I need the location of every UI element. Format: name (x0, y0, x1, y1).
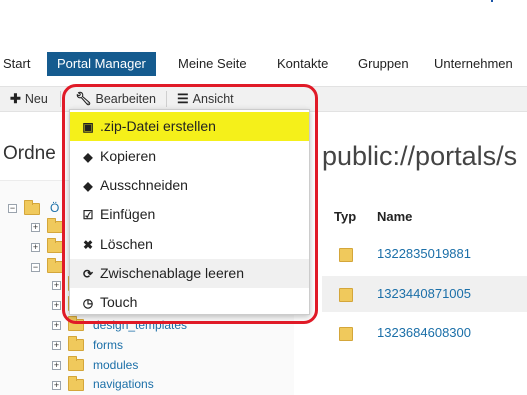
view-label: Ansicht (192, 92, 234, 106)
nav-item-portal-manager[interactable]: Portal Manager (47, 52, 156, 76)
clock-icon: ◷ (82, 296, 94, 310)
collapse-toggle[interactable]: − (8, 204, 17, 213)
folder-icon (68, 356, 84, 371)
folder-icon (24, 200, 40, 215)
list-icon: ☰ (177, 91, 189, 106)
folder-icon (339, 327, 353, 341)
check-square-icon: ☑ (82, 208, 94, 222)
expand-toggle[interactable]: + (52, 341, 61, 350)
top-marker (491, 0, 493, 2)
main-nav: Start Portal Manager Meine Seite Kontakt… (0, 52, 527, 76)
menu-item-delete[interactable]: ✖ Löschen (70, 230, 309, 259)
menu-item-clear-clipboard[interactable]: ⟳ Zwischenablage leeren (70, 259, 309, 288)
tree-item-forms[interactable]: forms (93, 338, 123, 352)
menu-item-create-zip[interactable]: ▣ .zip-Datei erstellen (70, 112, 309, 141)
expand-toggle[interactable]: + (52, 321, 61, 330)
expand-toggle[interactable]: + (52, 361, 61, 370)
new-button[interactable]: ✚ Neu (10, 87, 48, 111)
refresh-icon: ⟳ (82, 267, 94, 281)
x-icon: ✖ (82, 238, 94, 252)
menu-item-label: Einfügen (100, 206, 156, 222)
tree-item-modules[interactable]: modules (93, 358, 138, 372)
table-row[interactable]: 1323440871005 (322, 276, 527, 312)
expand-toggle[interactable]: + (52, 381, 61, 390)
folder-icon (47, 238, 63, 253)
toolbar-divider (166, 91, 167, 107)
expand-toggle[interactable]: + (31, 243, 40, 252)
menu-item-paste[interactable]: ☑ Einfügen (70, 200, 309, 229)
column-header-type[interactable]: Typ (334, 209, 356, 224)
file-table: Typ Name 1322835019881 1323440871005 132… (322, 196, 527, 356)
file-link[interactable]: 1323440871005 (377, 286, 471, 301)
menu-item-copy[interactable]: ◆ Kopieren (70, 142, 309, 171)
folder-icon (68, 376, 84, 391)
view-menu-button[interactable]: ☰ Ansicht (177, 87, 234, 111)
menu-item-cut[interactable]: ◆ Ausschneiden (70, 171, 309, 200)
table-row[interactable]: 1322835019881 (322, 236, 527, 272)
menu-item-label: Zwischenablage leeren (100, 265, 244, 281)
folder-panel-title: Ordne (3, 143, 56, 164)
menu-item-label: Löschen (100, 236, 153, 252)
folder-icon (68, 316, 84, 331)
folder-icon (47, 218, 63, 233)
expand-toggle[interactable]: + (31, 223, 40, 232)
edit-menu-button[interactable]: 🔧︎ Bearbeiten (75, 87, 156, 111)
nav-item-start[interactable]: Start (3, 52, 30, 76)
folder-icon (68, 336, 84, 351)
expand-toggle[interactable]: + (52, 281, 61, 290)
file-link[interactable]: 1322835019881 (377, 246, 471, 261)
folder-icon (339, 248, 353, 262)
new-label: Neu (24, 92, 48, 106)
table-row[interactable]: 1323684608300 (322, 315, 527, 351)
menu-item-label: Ausschneiden (100, 177, 188, 193)
menu-item-label: Touch (100, 294, 138, 310)
toolbar-divider (60, 91, 61, 107)
nav-item-unternehmen[interactable]: Unternehmen (434, 52, 513, 76)
tag-icon: ◆ (83, 150, 93, 164)
tree-root-label[interactable]: Ö (50, 201, 59, 215)
folder-icon (47, 258, 63, 273)
plus-icon: ✚ (10, 91, 21, 106)
current-path-title: public://portals/s (322, 141, 518, 171)
nav-item-meine-seite[interactable]: Meine Seite (178, 52, 247, 76)
menu-item-label: .zip-Datei erstellen (100, 118, 216, 134)
tag-icon: ◆ (83, 179, 93, 193)
edit-label: Bearbeiten (95, 92, 156, 106)
folder-icon (339, 288, 353, 302)
file-link[interactable]: 1323684608300 (377, 325, 471, 340)
collapse-toggle[interactable]: − (31, 263, 40, 272)
expand-toggle[interactable]: + (52, 301, 61, 310)
column-header-name[interactable]: Name (377, 209, 412, 224)
nav-item-gruppen[interactable]: Gruppen (358, 52, 409, 76)
menu-item-touch[interactable]: ◷ Touch (70, 288, 309, 317)
wrench-icon: 🔧︎ (75, 91, 92, 106)
archive-icon: ▣ (82, 120, 94, 134)
tree-item-navigations[interactable]: navigations (93, 377, 154, 391)
nav-item-kontakte[interactable]: Kontakte (277, 52, 328, 76)
edit-dropdown-menu: ▣ .zip-Datei erstellen ◆ Kopieren ◆ Ausschn… (69, 109, 310, 315)
tree-item-design-templates[interactable]: design_templates (93, 318, 187, 332)
menu-item-label: Kopieren (100, 148, 157, 164)
